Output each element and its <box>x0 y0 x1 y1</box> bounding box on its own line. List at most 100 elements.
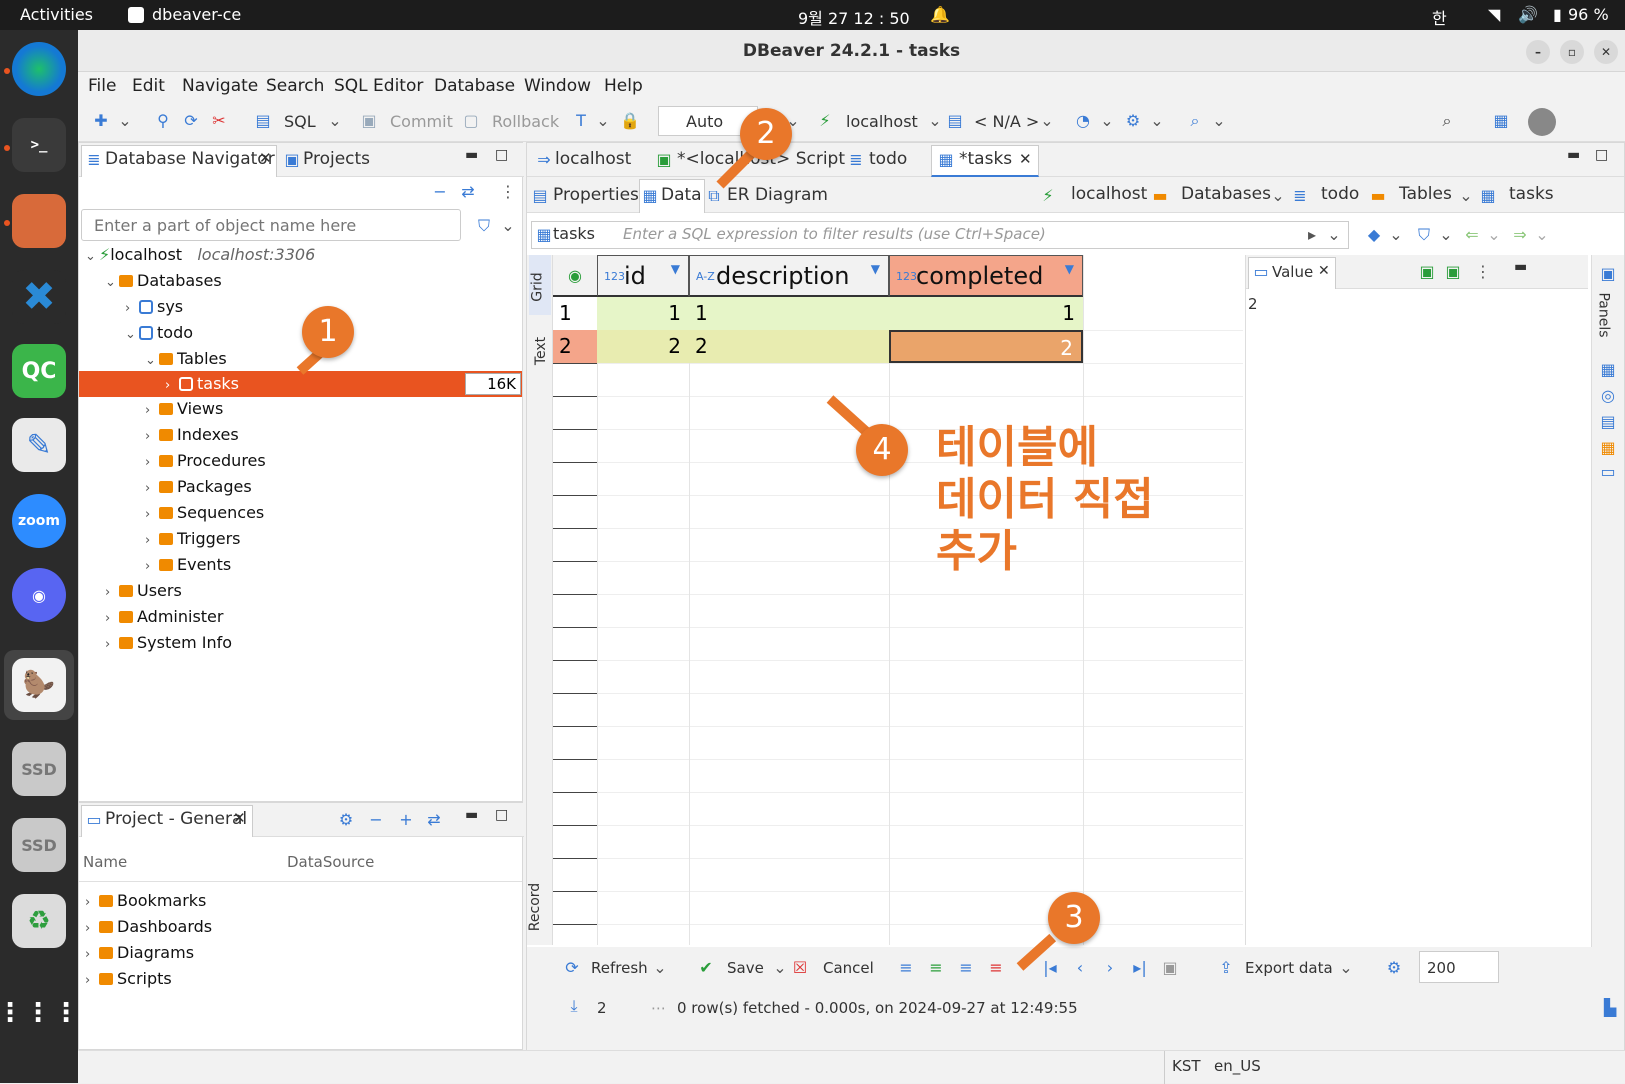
wifi-icon[interactable]: ◥ <box>1488 5 1500 24</box>
chevron-down-icon[interactable]: ⌄ <box>594 112 612 130</box>
row-number[interactable]: 1 <box>553 297 597 330</box>
menu-search[interactable]: Search <box>266 76 324 96</box>
save-button[interactable]: Save <box>727 959 764 977</box>
perspective-icon[interactable]: ▦ <box>1492 112 1510 130</box>
breadcrumb-tasks[interactable]: tasks <box>1509 184 1554 204</box>
connect-icon[interactable]: ⚲ <box>154 112 172 130</box>
grouping-icon[interactable]: ▦ <box>1599 361 1617 379</box>
column-header-name[interactable]: Name <box>83 853 127 871</box>
terminal-icon[interactable]: >_ <box>12 118 66 172</box>
value-viewer-icon[interactable]: ▭ <box>1599 463 1617 481</box>
row-number[interactable]: 2 <box>553 330 597 363</box>
add-icon[interactable]: + <box>397 811 415 829</box>
copy-row-icon[interactable]: ≡ <box>957 959 975 977</box>
tab-panels[interactable]: Panels <box>1596 292 1612 337</box>
locale-indicator[interactable]: en_US <box>1214 1057 1261 1075</box>
previous-page-icon[interactable]: ‹ <box>1071 959 1089 977</box>
new-connection-icon[interactable]: ✚ <box>92 112 110 130</box>
maximize-panel-icon[interactable]: □ <box>495 147 508 163</box>
chevron-down-icon[interactable]: ⌄ <box>1325 226 1343 244</box>
subtab-er-diagram[interactable]: ER Diagram <box>727 185 828 205</box>
tree-node-triggers[interactable]: › Triggers <box>145 527 241 551</box>
tree-node-sys[interactable]: › sys <box>125 295 183 319</box>
tree-node-users[interactable]: › Users <box>105 579 182 603</box>
ime-indicator[interactable]: 한 <box>1432 5 1447 29</box>
minimize-button[interactable]: – <box>1526 40 1550 64</box>
refresh-icon[interactable]: ⟳ <box>563 959 581 977</box>
save-to-file-icon[interactable]: ▣ <box>1444 263 1462 281</box>
menu-edit[interactable]: Edit <box>132 76 165 96</box>
search-icon[interactable]: ⌕ <box>1186 112 1204 130</box>
panels-icon[interactable]: ▣ <box>1599 265 1617 283</box>
column-header-id[interactable]: 123 id ▼ <box>597 255 689 297</box>
cell-completed[interactable]: 2 <box>889 330 1083 363</box>
tab-text[interactable]: Text <box>533 337 549 365</box>
maximize-button[interactable]: ▫ <box>1560 40 1584 64</box>
column-header-datasource[interactable]: DataSource <box>287 853 374 871</box>
cell-completed[interactable]: 1 <box>889 297 1083 330</box>
calc-icon[interactable]: ▤ <box>1599 413 1617 431</box>
minimize-panel-icon[interactable]: ▬ <box>1514 259 1527 275</box>
reconnect-icon[interactable]: ⟳ <box>182 112 200 130</box>
commit-icon[interactable]: ▣ <box>360 112 378 130</box>
column-header-completed[interactable]: 123 completed ▼ <box>889 255 1083 297</box>
more-icon[interactable]: ⋯ <box>651 999 666 1017</box>
save-value-icon[interactable]: ▣ <box>1418 263 1436 281</box>
chevron-down-icon[interactable]: ⌄ <box>651 959 669 977</box>
back-icon[interactable]: ⇐ <box>1463 226 1481 244</box>
cell-description[interactable]: 2 <box>689 330 889 363</box>
zoom-icon[interactable]: zoom <box>12 494 66 548</box>
tab-projects[interactable]: Projects <box>303 149 370 169</box>
chevron-down-icon[interactable]: ⌄ <box>1533 226 1551 244</box>
clock[interactable]: 9월 27 12 : 50 <box>798 5 910 29</box>
breadcrumb-databases[interactable]: Databases <box>1181 184 1271 204</box>
cancel-icon[interactable]: ☒ <box>791 959 809 977</box>
maximize-panel-icon[interactable]: □ <box>495 807 508 823</box>
edge-browser-icon[interactable] <box>12 42 66 96</box>
cell-description[interactable]: 1 <box>689 297 889 330</box>
tree-node-procedures[interactable]: › Procedures <box>145 449 266 473</box>
chevron-down-icon[interactable]: ⌄ <box>1210 112 1228 130</box>
close-icon[interactable]: ✕ <box>1318 263 1330 279</box>
tree-node-tasks[interactable]: › tasks <box>165 372 239 396</box>
delete-row-icon[interactable]: ≡ <box>987 959 1005 977</box>
chevron-down-icon[interactable]: ⌄ <box>1387 226 1405 244</box>
chevron-down-icon[interactable]: ⌄ <box>1098 112 1116 130</box>
filter-input[interactable]: Enter a SQL expression to filter results… <box>623 225 1046 243</box>
gear-icon[interactable]: ⚙ <box>337 811 355 829</box>
chevron-down-icon[interactable]: ⌄ <box>1269 187 1287 205</box>
files-icon[interactable] <box>12 194 66 248</box>
chevron-down-icon[interactable]: ⌄ <box>1148 112 1166 130</box>
chevron-down-icon[interactable]: ⌄ <box>326 112 344 130</box>
tree-node-sequences[interactable]: › Sequences <box>145 501 264 525</box>
rollback-button[interactable]: Rollback <box>492 112 559 131</box>
save-icon[interactable]: ✔ <box>697 959 715 977</box>
select-all-icon[interactable]: ◉ <box>553 255 597 297</box>
trash-icon[interactable]: ♻ <box>12 894 66 948</box>
project-item-scripts[interactable]: › Scripts <box>85 967 172 991</box>
last-page-icon[interactable]: ▸| <box>1131 959 1149 977</box>
commit-button[interactable]: Commit <box>390 112 453 131</box>
panel-toggle-icon[interactable]: ▙ <box>1601 999 1619 1017</box>
edit-row-icon[interactable]: ≡ <box>897 959 915 977</box>
add-row-icon[interactable]: ≡ <box>927 959 945 977</box>
export-icon[interactable]: ⇪ <box>1217 959 1235 977</box>
chevron-down-icon[interactable]: ⌄ <box>116 112 134 130</box>
breadcrumb-localhost[interactable]: localhost <box>1071 184 1147 204</box>
dashboard-icon[interactable]: ◔ <box>1074 112 1092 130</box>
active-connection-select[interactable]: localhost <box>846 112 918 131</box>
menu-window[interactable]: Window <box>524 76 591 96</box>
avatar[interactable] <box>1528 108 1556 136</box>
tab-grid[interactable]: Grid <box>530 272 546 301</box>
tab-localhost[interactable]: localhost <box>555 149 631 169</box>
menu-database[interactable]: Database <box>434 76 515 96</box>
eraser-icon[interactable]: ◆ <box>1365 226 1383 244</box>
chevron-down-icon[interactable]: ⌄ <box>771 959 789 977</box>
volume-icon[interactable]: 🔊 <box>1518 5 1538 24</box>
ssd-drive-icon[interactable]: SSD <box>12 742 66 796</box>
battery-icon[interactable]: ▮ <box>1553 5 1562 24</box>
project-item-bookmarks[interactable]: › Bookmarks <box>85 889 206 913</box>
rollback-icon[interactable]: ▢ <box>462 112 480 130</box>
gear-icon[interactable]: ⚙ <box>1385 959 1403 977</box>
tree-node-tables[interactable]: ⌄ Tables <box>145 347 227 371</box>
